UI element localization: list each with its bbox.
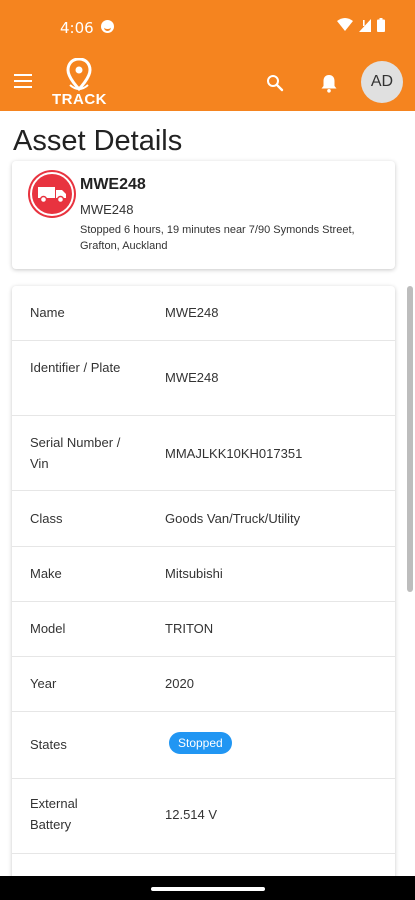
bell-icon[interactable] bbox=[320, 73, 338, 93]
battery-icon bbox=[377, 18, 385, 32]
detail-label: Class bbox=[30, 511, 63, 526]
truck-status-badge bbox=[30, 172, 74, 216]
app-bar: TRACK AD bbox=[0, 56, 415, 111]
detail-label: Make bbox=[30, 566, 62, 581]
detail-row-year: Year 2020 bbox=[12, 657, 395, 712]
detail-row-make: Make Mitsubishi bbox=[12, 547, 395, 602]
track-logo[interactable]: TRACK bbox=[52, 58, 107, 110]
asset-details-table: Name MWE248 Identifier / Plate MWE248 Se… bbox=[12, 286, 395, 886]
state-chip-stopped[interactable]: Stopped bbox=[169, 732, 232, 754]
detail-row-states: States Stopped bbox=[12, 712, 395, 779]
menu-icon[interactable] bbox=[14, 74, 32, 88]
asset-identifier: MWE248 bbox=[80, 202, 134, 217]
asset-name: MWE248 bbox=[80, 176, 146, 193]
detail-value: MWE248 bbox=[165, 305, 219, 320]
status-bar: 4:06 bbox=[0, 0, 415, 56]
avatar[interactable]: AD bbox=[361, 61, 403, 103]
signal-icon bbox=[359, 18, 371, 32]
system-nav-bar bbox=[0, 876, 415, 900]
detail-row-serial: Serial Number / Vin MMAJLKK10KH017351 bbox=[12, 416, 395, 491]
detail-value: MWE248 bbox=[165, 370, 219, 385]
detail-label: External Battery bbox=[30, 796, 78, 832]
page-title: Asset Details bbox=[13, 125, 183, 157]
detail-value: TRITON bbox=[165, 621, 214, 636]
detail-label: Year bbox=[30, 676, 57, 691]
wifi-icon bbox=[337, 18, 353, 31]
detail-label: Serial Number / Vin bbox=[30, 435, 121, 471]
detail-row-identifier: Identifier / Plate MWE248 bbox=[12, 341, 395, 416]
detail-row-class: Class Goods Van/Truck/Utility bbox=[12, 491, 395, 547]
detail-row-name: Name MWE248 bbox=[12, 286, 395, 341]
detail-label: Identifier / Plate bbox=[30, 360, 121, 375]
detail-value: 12.514 V bbox=[165, 807, 218, 822]
notification-app-icon bbox=[101, 20, 114, 33]
detail-value: 2020 bbox=[165, 676, 194, 691]
detail-row-external-battery: External Battery 12.514 V bbox=[12, 779, 395, 854]
asset-status-text: Stopped 6 hours, 19 minutes near 7/90 Sy… bbox=[80, 224, 355, 252]
detail-value: MMAJLKK10KH017351 bbox=[165, 446, 303, 461]
detail-value: Mitsubishi bbox=[165, 566, 223, 581]
detail-value: Goods Van/Truck/Utility bbox=[165, 511, 301, 526]
detail-row-model: Model TRITON bbox=[12, 602, 395, 657]
status-time: 4:06 bbox=[60, 19, 94, 37]
logo-text: TRACK bbox=[52, 91, 107, 108]
home-gesture-handle[interactable] bbox=[151, 887, 265, 891]
scrollbar[interactable] bbox=[407, 286, 413, 592]
search-icon[interactable] bbox=[266, 74, 284, 92]
truck-icon bbox=[38, 187, 66, 204]
detail-label: States bbox=[30, 737, 67, 752]
detail-label: Name bbox=[30, 305, 65, 320]
location-pin-icon bbox=[66, 58, 92, 92]
detail-value-states: Stopped bbox=[169, 732, 232, 754]
asset-summary-card[interactable]: MWE248 MWE248 Stopped 6 hours, 19 minute… bbox=[12, 161, 395, 269]
detail-label: Model bbox=[30, 621, 66, 636]
status-icons bbox=[337, 18, 385, 32]
